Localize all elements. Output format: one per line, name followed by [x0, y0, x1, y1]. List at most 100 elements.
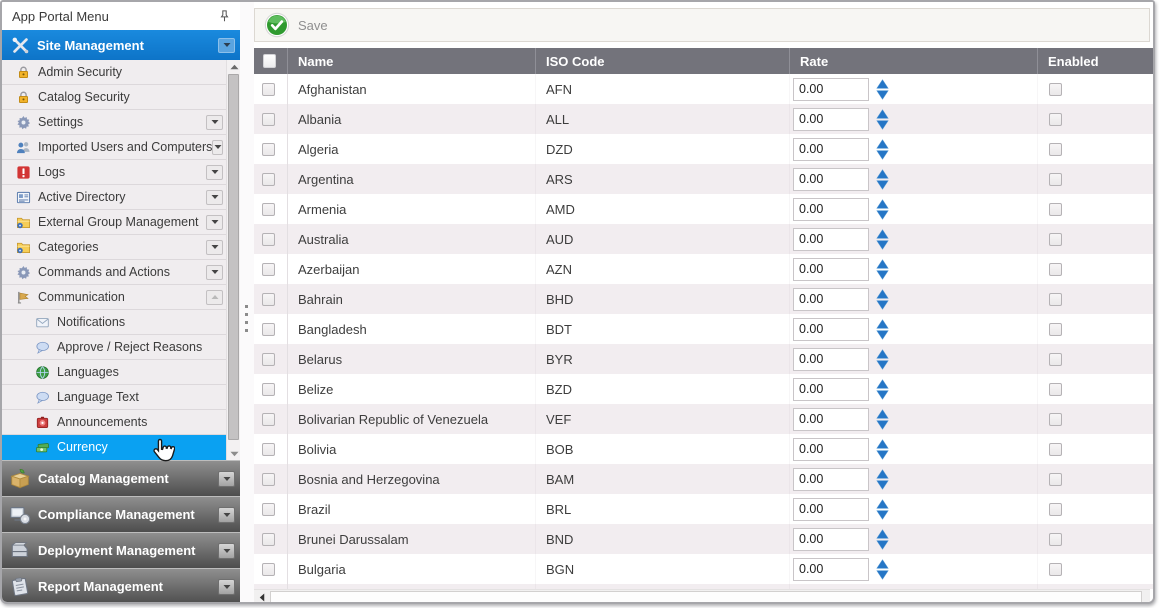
rate-spin-up-button[interactable] — [876, 379, 889, 389]
row-checkbox[interactable] — [262, 323, 275, 336]
rate-input[interactable] — [793, 378, 869, 401]
sidebar-item-languages[interactable]: Languages — [2, 360, 226, 385]
rate-input[interactable] — [793, 288, 869, 311]
sidebar-item-catalog-security[interactable]: Catalog Security — [2, 85, 226, 110]
chevron-down-button[interactable] — [206, 165, 223, 180]
sidebar-item-logs[interactable]: Logs — [2, 160, 226, 185]
chevron-down-button[interactable] — [206, 115, 223, 130]
rate-spin-up-button[interactable] — [876, 319, 889, 329]
row-checkbox[interactable] — [262, 533, 275, 546]
sidebar-item-communication[interactable]: Communication — [2, 285, 226, 310]
rate-spin-down-button[interactable] — [876, 90, 889, 100]
rate-spin-down-button[interactable] — [876, 150, 889, 160]
rate-spin-up-button[interactable] — [876, 169, 889, 179]
sidebar-item-settings[interactable]: Settings — [2, 110, 226, 135]
sidebar-item-commands-and-actions[interactable]: Commands and Actions — [2, 260, 226, 285]
rate-input[interactable] — [793, 258, 869, 281]
rate-spin-up-button[interactable] — [876, 409, 889, 419]
rate-spin-up-button[interactable] — [876, 499, 889, 509]
enabled-checkbox[interactable] — [1049, 143, 1062, 156]
row-checkbox[interactable] — [262, 293, 275, 306]
enabled-checkbox[interactable] — [1049, 203, 1062, 216]
rate-spin-up-button[interactable] — [876, 289, 889, 299]
rate-input[interactable] — [793, 168, 869, 191]
rate-spin-up-button[interactable] — [876, 529, 889, 539]
sidebar-splitter[interactable] — [240, 2, 254, 604]
sidebar-item-active-directory[interactable]: Active Directory — [2, 185, 226, 210]
rate-input[interactable] — [793, 78, 869, 101]
section-compliance-management[interactable]: Compliance Management — [2, 496, 240, 532]
enabled-checkbox[interactable] — [1049, 533, 1062, 546]
rate-input[interactable] — [793, 108, 869, 131]
rate-spin-up-button[interactable] — [876, 349, 889, 359]
row-checkbox[interactable] — [262, 353, 275, 366]
row-checkbox[interactable] — [262, 203, 275, 216]
enabled-checkbox[interactable] — [1049, 113, 1062, 126]
hscroll-thumb[interactable] — [270, 591, 1142, 603]
row-checkbox[interactable] — [262, 143, 275, 156]
rate-spin-down-button[interactable] — [876, 300, 889, 310]
sidebar-item-currency[interactable]: Currency — [2, 435, 226, 460]
sidebar-item-notifications[interactable]: Notifications — [2, 310, 226, 335]
rate-input[interactable] — [793, 198, 869, 221]
sidebar-item-admin-security[interactable]: Admin Security — [2, 60, 226, 85]
sidebar-item-categories[interactable]: Categories — [2, 235, 226, 260]
chevron-down-button[interactable] — [206, 240, 223, 255]
row-checkbox[interactable] — [262, 113, 275, 126]
chevron-down-button[interactable] — [212, 140, 223, 155]
scrollbar-thumb[interactable] — [228, 74, 239, 440]
rate-spin-up-button[interactable] — [876, 559, 889, 569]
section-site-management[interactable]: Site Management — [2, 30, 240, 60]
rate-input[interactable] — [793, 438, 869, 461]
scrollbar-down-button[interactable] — [227, 447, 241, 460]
sidebar-item-external-group-management[interactable]: External Group Management — [2, 210, 226, 235]
rate-spin-up-button[interactable] — [876, 469, 889, 479]
row-checkbox[interactable] — [262, 173, 275, 186]
sidebar-item-announcements[interactable]: Announcements — [2, 410, 226, 435]
rate-spin-down-button[interactable] — [876, 390, 889, 400]
rate-input[interactable] — [793, 318, 869, 341]
hscroll-left-button[interactable] — [256, 592, 268, 603]
chevron-down-button[interactable] — [218, 471, 235, 487]
enabled-checkbox[interactable] — [1049, 443, 1062, 456]
select-all-checkbox[interactable] — [263, 54, 276, 68]
rate-spin-down-button[interactable] — [876, 510, 889, 520]
enabled-checkbox[interactable] — [1049, 503, 1062, 516]
row-checkbox[interactable] — [262, 233, 275, 246]
rate-input[interactable] — [793, 138, 869, 161]
row-checkbox[interactable] — [262, 503, 275, 516]
rate-spin-down-button[interactable] — [876, 570, 889, 580]
rate-spin-down-button[interactable] — [876, 120, 889, 130]
rate-input[interactable] — [793, 408, 869, 431]
rate-spin-down-button[interactable] — [876, 330, 889, 340]
enabled-checkbox[interactable] — [1049, 293, 1062, 306]
chevron-down-button[interactable] — [206, 215, 223, 230]
enabled-checkbox[interactable] — [1049, 413, 1062, 426]
rate-spin-down-button[interactable] — [876, 270, 889, 280]
sidebar-scrollbar[interactable] — [226, 60, 240, 460]
header-name[interactable]: Name — [287, 48, 535, 74]
rate-input[interactable] — [793, 528, 869, 551]
rate-input[interactable] — [793, 228, 869, 251]
section-deployment-management[interactable]: Deployment Management — [2, 532, 240, 568]
rate-spin-down-button[interactable] — [876, 360, 889, 370]
row-checkbox[interactable] — [262, 563, 275, 576]
row-checkbox[interactable] — [262, 473, 275, 486]
rate-spin-up-button[interactable] — [876, 199, 889, 209]
sidebar-item-imported-users-and-computers[interactable]: Imported Users and Computers — [2, 135, 226, 160]
rate-spin-down-button[interactable] — [876, 540, 889, 550]
pin-icon[interactable] — [217, 9, 232, 24]
section-catalog-management[interactable]: Catalog Management — [2, 460, 240, 496]
rate-input[interactable] — [793, 468, 869, 491]
enabled-checkbox[interactable] — [1049, 83, 1062, 96]
chevron-down-button[interactable] — [206, 190, 223, 205]
rate-spin-down-button[interactable] — [876, 480, 889, 490]
section-dropdown-button[interactable] — [218, 38, 235, 53]
chevron-down-button[interactable] — [218, 507, 235, 523]
enabled-checkbox[interactable] — [1049, 263, 1062, 276]
chevron-down-button[interactable] — [218, 543, 235, 559]
rate-input[interactable] — [793, 348, 869, 371]
chevron-down-button[interactable] — [218, 579, 235, 595]
enabled-checkbox[interactable] — [1049, 383, 1062, 396]
row-checkbox[interactable] — [262, 83, 275, 96]
